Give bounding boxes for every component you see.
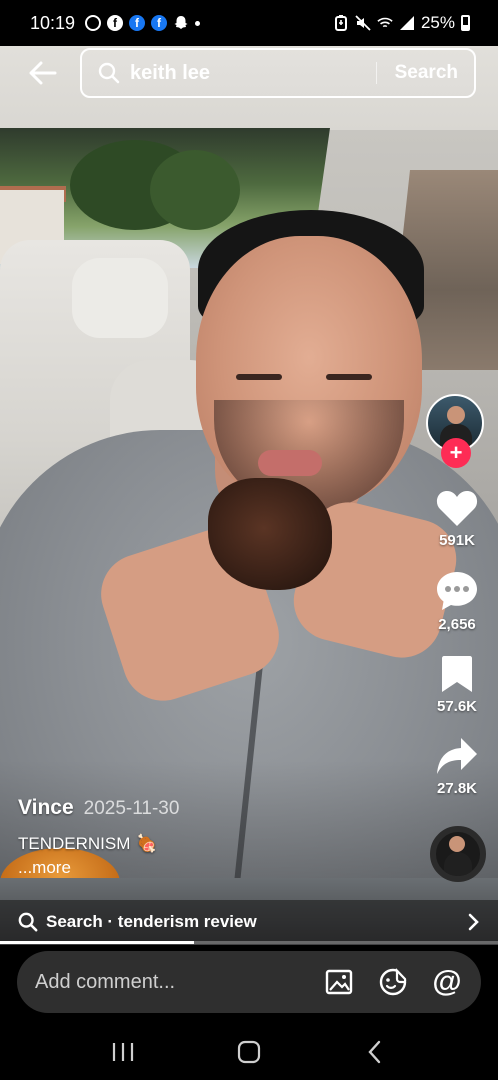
search-bar[interactable]: keith lee Search <box>80 48 476 98</box>
facebook-icon: f <box>129 15 146 31</box>
battery-percent: 25% <box>420 13 455 32</box>
back-arrow-icon <box>29 61 57 85</box>
recent-apps-icon <box>112 1042 134 1061</box>
status-bar: 10:19 f f f 25% <box>0 0 498 46</box>
bookmark-icon <box>442 656 472 692</box>
post-date: 2025-11-30 <box>83 798 180 819</box>
search-query-text[interactable]: keith lee <box>130 62 376 85</box>
save-count: 57.6K <box>436 698 478 715</box>
search-icon <box>18 912 38 932</box>
save-button[interactable]: 57.6K <box>428 654 486 715</box>
closed-eye-left <box>236 374 282 380</box>
battery-icon <box>461 15 470 31</box>
more-link[interactable]: ...more <box>18 858 179 878</box>
lips <box>258 450 322 476</box>
signal-icon <box>399 15 415 31</box>
like-count: 591K <box>439 532 475 549</box>
music-disc[interactable] <box>430 826 486 882</box>
search-button[interactable]: Search <box>377 62 474 84</box>
search-icon <box>98 62 120 84</box>
search-suggestion-bar[interactable]: Search · tenderism review <box>0 900 498 944</box>
mute-icon <box>355 15 371 31</box>
home-icon <box>237 1040 261 1063</box>
avatar-face <box>447 406 465 424</box>
playback-progress[interactable] <box>0 941 498 944</box>
back-button[interactable] <box>26 56 60 90</box>
comment-placeholder: Add comment... <box>35 970 176 993</box>
tiktok-video-screen: 10:19 f f f 25% keith lee Search + 591K … <box>0 0 498 1080</box>
tree <box>150 150 240 230</box>
snapchat-icon <box>173 15 189 31</box>
share-button[interactable]: 27.8K <box>428 736 486 797</box>
emoji-icon[interactable] <box>377 966 409 998</box>
caption-text: TENDERNISM <box>18 834 131 853</box>
brisket-piece <box>208 478 332 590</box>
share-arrow-icon <box>437 738 477 774</box>
comment-count: 2,656 <box>438 616 476 633</box>
playback-progress-fill <box>0 941 195 944</box>
like-button[interactable]: 591K <box>428 488 486 549</box>
clock: 10:19 <box>30 12 76 33</box>
music-disc-body <box>444 852 472 876</box>
video-caption: Vince 2025-11-30 TENDERNISM 🍖 ...more <box>18 796 179 878</box>
system-nav-bar <box>0 1023 498 1080</box>
facebook-icon: f <box>107 15 124 31</box>
at-sign: @ <box>432 965 462 998</box>
facebook-icon: f <box>151 15 168 31</box>
search-suggestion-text: Search · tenderism review <box>46 912 257 931</box>
comment-input[interactable]: Add comment... @ <box>17 951 481 1013</box>
back-chevron-icon <box>368 1040 381 1063</box>
music-disc-face <box>449 836 465 852</box>
recent-apps-button[interactable] <box>103 1032 143 1072</box>
image-icon[interactable] <box>323 966 355 998</box>
battery-saver-icon <box>333 15 349 31</box>
comment-bubble-icon <box>437 572 477 610</box>
mention-icon[interactable]: @ <box>431 966 463 998</box>
comment-button[interactable]: 2,656 <box>428 570 486 633</box>
follow-button[interactable]: + <box>441 438 471 468</box>
home-button[interactable] <box>229 1032 269 1072</box>
heart-icon <box>436 491 478 526</box>
creator-name[interactable]: Vince <box>18 796 74 820</box>
dot-icon <box>195 20 201 26</box>
comment-bar: Add comment... @ <box>0 945 498 1023</box>
share-count: 27.8K <box>436 780 478 797</box>
chevron-right-icon <box>468 913 479 931</box>
back-nav-button[interactable] <box>355 1032 395 1072</box>
chrome-icon <box>85 15 102 31</box>
seat-headrest <box>72 258 168 338</box>
closed-eye-right <box>326 374 372 380</box>
meat-emoji: 🍖 <box>136 834 158 853</box>
wifi-icon <box>377 15 393 31</box>
